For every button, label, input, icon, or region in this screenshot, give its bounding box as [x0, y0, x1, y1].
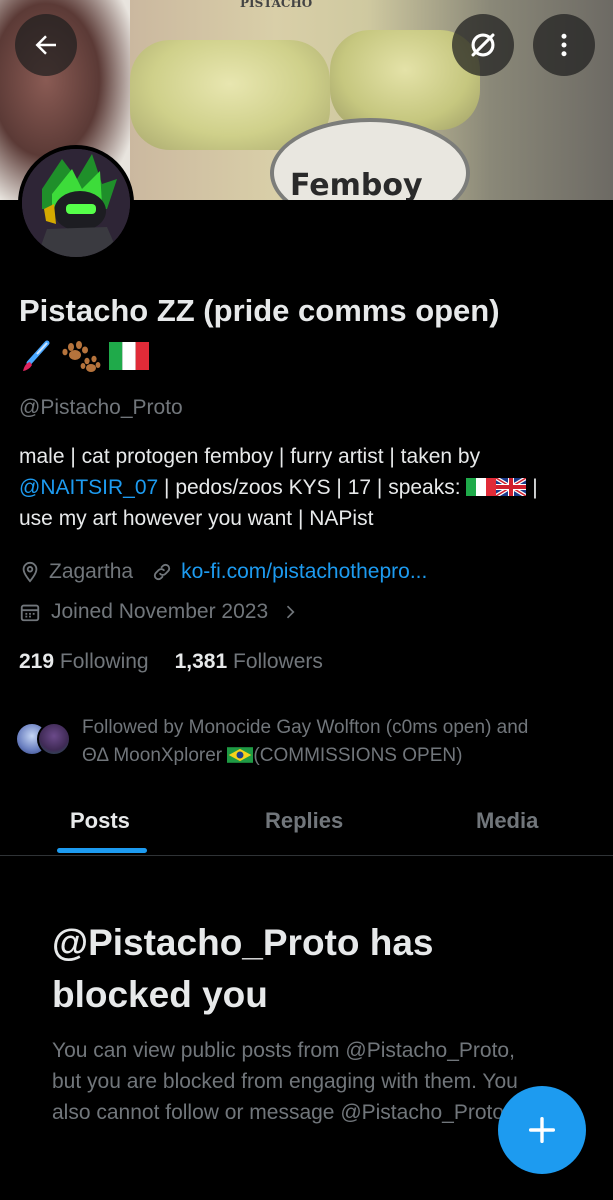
tab-posts[interactable]: Posts: [70, 808, 130, 834]
back-button[interactable]: [15, 14, 77, 76]
profile-meta-row: Zagartha ko-fi.com/pistachothepro...: [19, 560, 427, 584]
avatar-image: [22, 149, 130, 257]
uk-flag-icon: [496, 478, 527, 496]
tab-replies[interactable]: Replies: [265, 808, 343, 834]
joined-text: Joined November 2023: [51, 600, 269, 623]
location-text: Zagartha: [49, 560, 134, 583]
website-link[interactable]: ko-fi.com/pistachothepro...: [181, 560, 427, 584]
display-name: Pistacho ZZ (pride comms open): [19, 293, 500, 328]
more-vertical-icon: [561, 33, 567, 57]
following-link[interactable]: 219 Following: [19, 650, 149, 674]
followed-by-line: (COMMISSIONS OPEN): [253, 745, 463, 766]
profile-tabs: Posts Replies Media: [0, 796, 613, 856]
location-pin-icon: [22, 561, 38, 583]
display-name-emojis: [19, 336, 149, 376]
followers-count: 1,381: [174, 650, 228, 673]
followers-label: Followers: [233, 650, 323, 673]
followed-by-line: Followed by Monocide Gay Wolfton (c0ms o…: [82, 717, 529, 738]
bio-text: male | cat protogen femboy | furry artis…: [19, 445, 481, 468]
bio: male | cat protogen femboy | furry artis…: [19, 441, 599, 534]
bio-mention-link[interactable]: @NAITSIR_07: [19, 476, 158, 499]
follow-counts: 219 Following 1,381 Followers: [19, 650, 323, 674]
italy-flag-icon: [109, 342, 149, 370]
bio-text: |: [526, 476, 538, 499]
following-count: 219: [19, 650, 55, 673]
banner-sign-text: Femboy: [290, 168, 423, 200]
handle: @Pistacho_Proto: [19, 396, 183, 419]
more-options-button[interactable]: [533, 14, 595, 76]
grok-button[interactable]: [452, 14, 514, 76]
banner-top-label: PISTACHO: [240, 0, 313, 10]
bio-text: | pedos/zoos KYS | 17 | speaks:: [158, 476, 467, 499]
joined-row[interactable]: Joined November 2023: [19, 600, 300, 624]
followed-by-avatars[interactable]: [15, 722, 79, 762]
avatar: [37, 722, 71, 756]
blocked-message: You can view public posts from @Pistacho…: [52, 1039, 518, 1124]
plus-icon: [528, 1116, 556, 1144]
link-icon: [153, 563, 171, 581]
active-tab-indicator: [57, 848, 147, 853]
followers-link[interactable]: 1,381 Followers: [175, 650, 323, 674]
italy-flag-icon: [466, 478, 497, 496]
bio-text: use my art however you want | NAPist: [19, 507, 374, 530]
followed-by-line: ΘΔ MoonXplorer: [82, 745, 228, 766]
paw-prints-icon: [62, 341, 101, 372]
calendar-icon: [20, 604, 40, 622]
tab-media[interactable]: Media: [476, 808, 538, 834]
following-label: Following: [59, 650, 149, 673]
followed-by-text[interactable]: Followed by Monocide Gay Wolfton (c0ms o…: [82, 714, 602, 770]
chevron-right-icon: [287, 605, 295, 619]
back-arrow-icon: [35, 35, 56, 55]
brazil-flag-icon: [227, 747, 254, 763]
blocked-title: @Pistacho_Proto has blocked you: [52, 922, 434, 1015]
avatar[interactable]: [18, 145, 134, 261]
compose-button[interactable]: [498, 1086, 586, 1174]
slash-circle-icon: [471, 33, 495, 57]
paintbrush-icon: [23, 340, 50, 371]
